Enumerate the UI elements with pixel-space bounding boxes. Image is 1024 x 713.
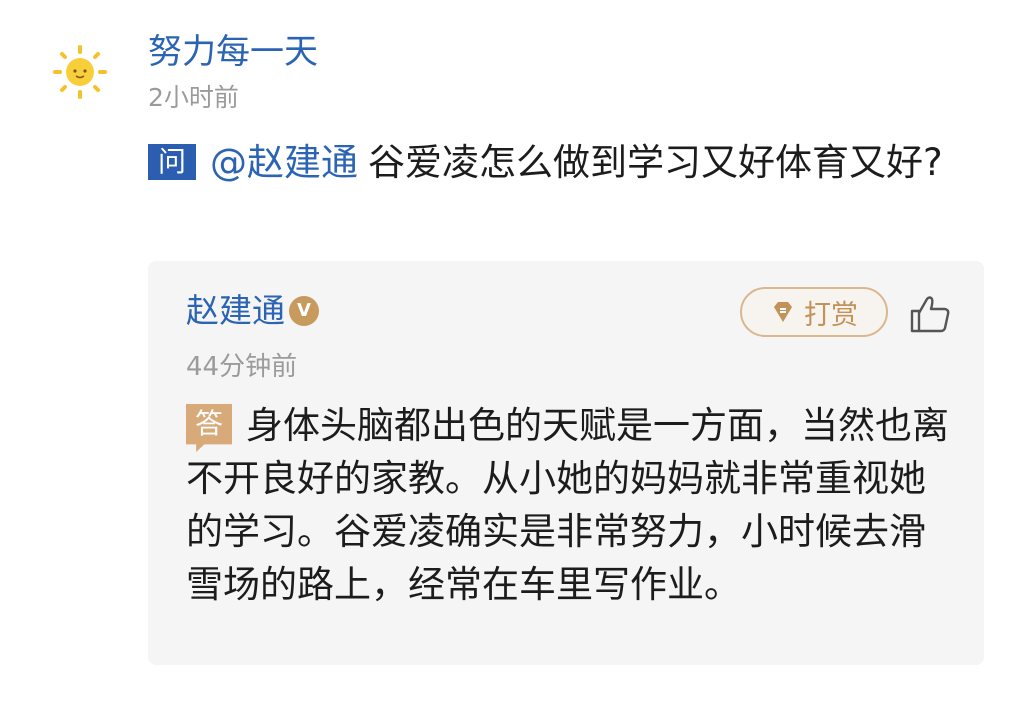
sun-avatar-icon	[53, 45, 107, 99]
question-text: 谷爱凌怎么做到学习又好体育又好?	[368, 141, 943, 184]
mention-link[interactable]: @赵建通	[210, 141, 358, 184]
avatar[interactable]	[52, 44, 108, 100]
post-timestamp: 2小时前	[148, 83, 239, 112]
question-text-block: 问 @赵建通 谷爱凌怎么做到学习又好体育又好?	[148, 138, 968, 188]
answer-text: 身体头脑都出色的天赋是一方面，当然也离不开良好的家教。从小她的妈妈就非常重视她的…	[186, 404, 950, 606]
post-username[interactable]: 努力每一天	[148, 30, 318, 74]
question-badge: 问	[148, 144, 197, 180]
tip-button[interactable]: 打赏	[740, 287, 888, 337]
answer-author[interactable]: 赵建通 V	[186, 289, 319, 333]
answer-card: 赵建通 V 打赏 44分钟前 答身体头脑都出色的天赋是一方面，当然也离不开良好的…	[148, 261, 984, 665]
answer-text-block: 答身体头脑都出色的天赋是一方面，当然也离不开良好的家教。从小她的妈妈就非常重视她…	[186, 399, 956, 611]
answer-badge: 答	[186, 404, 233, 452]
answer-timestamp: 44分钟前	[186, 352, 298, 382]
answer-author-name[interactable]: 赵建通	[186, 289, 285, 333]
diamond-tip-icon	[774, 302, 792, 322]
thumbs-up-icon[interactable]	[908, 293, 952, 335]
verified-badge-icon: V	[289, 296, 319, 326]
tip-button-label: 打赏	[804, 299, 858, 331]
